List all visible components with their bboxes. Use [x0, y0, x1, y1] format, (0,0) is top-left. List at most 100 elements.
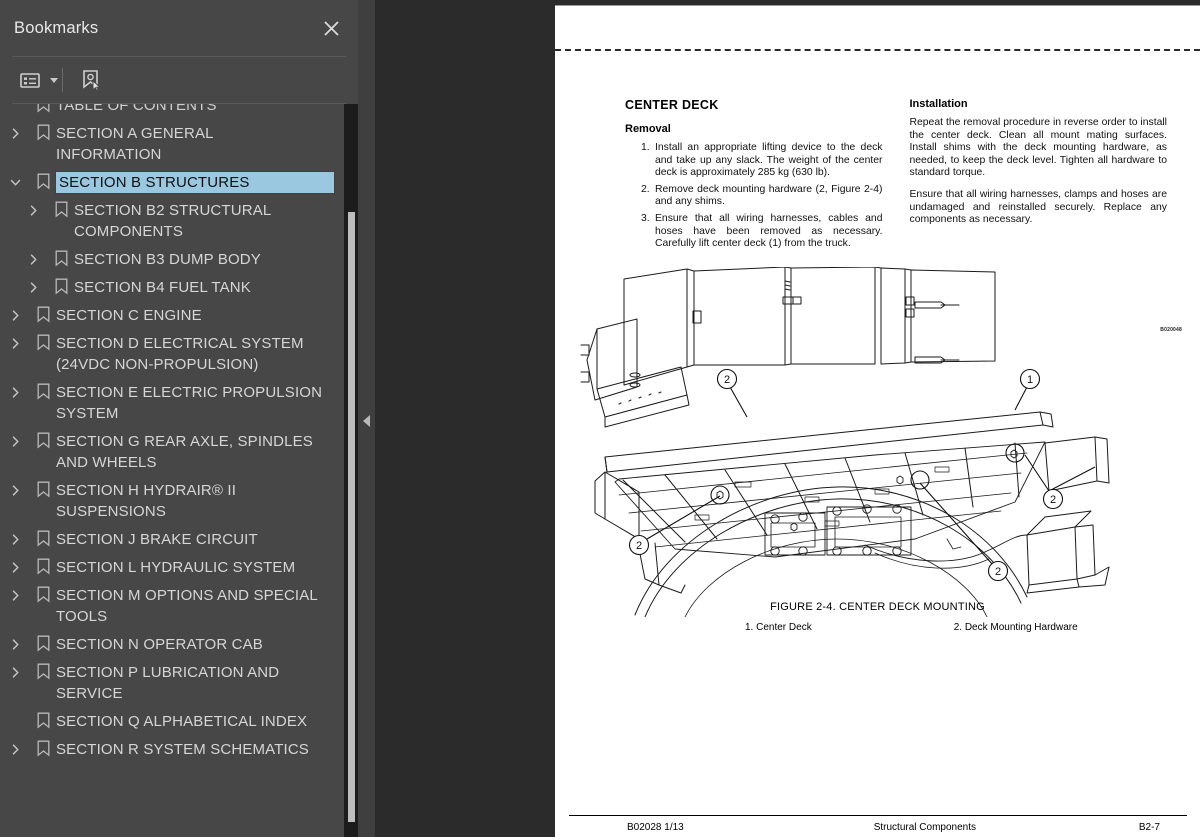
collapse-left-icon[interactable] — [363, 415, 370, 427]
toolbar-separator — [62, 68, 63, 92]
center-deck-mounting-diagram: 2 1 2 2 2 — [580, 267, 1110, 617]
bookmark-item[interactable]: SECTION A GENERAL INFORMATION — [0, 120, 348, 169]
bookmark-item[interactable]: SECTION J BRAKE CIRCUIT — [0, 526, 348, 554]
bookmark-icon — [30, 585, 56, 606]
list-item: Remove deck mounting hardware (2, Figure… — [641, 183, 883, 208]
chevron-down-icon[interactable] — [50, 77, 58, 83]
chevron-right-icon[interactable] — [0, 431, 30, 452]
callout-label: 2 — [724, 374, 730, 386]
chevron-right-icon[interactable] — [0, 739, 30, 760]
pdf-page-viewer[interactable]: CENTER DECK Removal Install an appropria… — [375, 0, 1200, 837]
bookmark-icon — [30, 480, 56, 501]
bookmark-label: SECTION R SYSTEM SCHEMATICS — [56, 741, 309, 758]
document-columns: CENTER DECK Removal Install an appropria… — [625, 98, 1167, 255]
removal-heading: Removal — [625, 123, 671, 135]
bookmark-item[interactable]: SECTION C ENGINE — [0, 302, 348, 330]
bookmark-item[interactable]: SECTION B3 DUMP BODY — [0, 246, 348, 274]
chevron-right-icon[interactable] — [0, 529, 30, 550]
figure-legend: 1. Center Deck 2. Deck Mounting Hardware — [555, 622, 1200, 633]
bookmark-label: SECTION P LUBRICATION AND SERVICE — [56, 664, 280, 702]
chevron-right-icon[interactable] — [0, 333, 30, 354]
list-options-icon[interactable] — [13, 65, 47, 95]
chevron-right-icon[interactable] — [18, 200, 48, 221]
panel-collapse-handle[interactable] — [358, 0, 375, 837]
technical-drawing: 2 1 2 2 2 — [575, 267, 1180, 617]
chevron-right-icon[interactable] — [0, 585, 30, 606]
list-item: Ensure that all wiring harnesses, cables… — [641, 212, 883, 250]
bookmark-item[interactable]: SECTION H HYDRAIR® II SUSPENSIONS — [0, 477, 348, 526]
bookmark-icon — [30, 123, 56, 144]
installation-paragraph: Ensure that all wiring harnesses, clamps… — [909, 188, 1168, 226]
bookmark-label: TABLE OF CONTENTS — [56, 104, 217, 114]
chevron-right-icon[interactable] — [0, 305, 30, 326]
footer-section-title: Structural Components — [873, 822, 976, 833]
bookmark-icon — [30, 172, 56, 193]
figure-caption: FIGURE 2-4. CENTER DECK MOUNTING — [770, 601, 985, 613]
close-icon[interactable] — [318, 15, 344, 41]
bookmark-item[interactable]: SECTION M OPTIONS AND SPECIAL TOOLS — [0, 582, 348, 631]
bookmark-item[interactable]: SECTION Q ALPHABETICAL INDEX — [0, 708, 348, 736]
bookmark-item[interactable]: SECTION L HYDRAULIC SYSTEM — [0, 554, 348, 582]
bookmark-icon — [30, 634, 56, 655]
list-item: Install an appropriate lifting device to… — [641, 142, 883, 179]
left-column: CENTER DECK Removal Install an appropria… — [625, 98, 883, 255]
chevron-right-icon[interactable] — [0, 662, 30, 683]
bookmark-label: SECTION H HYDRAIR® II SUSPENSIONS — [56, 482, 237, 520]
chevron-right-icon[interactable] — [0, 557, 30, 578]
bookmark-icon — [48, 277, 74, 298]
bookmark-label: SECTION C ENGINE — [56, 307, 202, 324]
bookmark-item[interactable]: SECTION P LUBRICATION AND SERVICE — [0, 659, 348, 708]
chevron-right-icon[interactable] — [0, 123, 30, 144]
removal-steps: Install an appropriate lifting device to… — [641, 142, 883, 251]
footer-page-number: B2-7 — [1138, 822, 1160, 833]
panel-title: Bookmarks — [14, 18, 99, 37]
drawing-reference-number: B020048 — [1160, 327, 1182, 333]
chevron-right-icon[interactable] — [0, 480, 30, 501]
bookmark-label: SECTION D ELECTRICAL SYSTEM (24VDC NON-P… — [56, 335, 304, 373]
bookmarks-tree[interactable]: TABLE OF CONTENTS SECTION A GENERAL INFOR… — [0, 104, 348, 837]
bookmark-label: SECTION M OPTIONS AND SPECIAL TOOLS — [56, 587, 318, 625]
bookmarks-scrollbar-thumb[interactable] — [347, 212, 355, 822]
bookmark-label: SECTION L HYDRAULIC SYSTEM — [56, 559, 296, 576]
bookmark-item[interactable]: SECTION B STRUCTURES — [0, 169, 348, 197]
bookmarks-toolbar — [0, 57, 358, 103]
bookmark-label: SECTION G REAR AXLE, SPINDLES AND WHEELS — [56, 433, 313, 471]
bookmark-icon — [30, 104, 56, 116]
bookmarks-scrollbar[interactable] — [344, 104, 358, 837]
bookmark-item[interactable]: SECTION B2 STRUCTURAL COMPONENTS — [0, 197, 348, 246]
chevron-right-icon[interactable] — [18, 249, 48, 270]
bookmark-item[interactable]: SECTION E ELECTRIC PROPULSION SYSTEM — [0, 379, 348, 428]
bookmark-label: SECTION B STRUCTURES — [55, 171, 335, 194]
bookmark-icon — [30, 529, 56, 550]
legend-item: 2. Deck Mounting Hardware — [953, 622, 1078, 633]
bookmark-item[interactable]: SECTION G REAR AXLE, SPINDLES AND WHEELS — [0, 428, 348, 477]
bookmark-item[interactable]: SECTION N OPERATOR CAB — [0, 631, 348, 659]
installation-heading: Installation — [909, 98, 968, 110]
page-top-edge — [555, 5, 1200, 6]
chevron-right-icon[interactable] — [18, 277, 48, 298]
bookmark-label: SECTION N OPERATOR CAB — [56, 636, 263, 653]
bookmark-item[interactable]: SECTION B4 FUEL TANK — [0, 274, 348, 302]
chevron-down-icon[interactable] — [0, 172, 30, 193]
chevron-right-icon[interactable] — [0, 634, 30, 655]
legend-item: 1. Center Deck — [745, 622, 812, 633]
bookmark-icon — [30, 305, 56, 326]
new-bookmark-icon[interactable] — [74, 65, 108, 95]
bookmark-icon — [30, 333, 56, 354]
bookmark-label: SECTION A GENERAL INFORMATION — [56, 125, 214, 163]
page-dashed-rule — [555, 49, 1200, 51]
bookmark-item[interactable]: SECTION R SYSTEM SCHEMATICS — [0, 736, 348, 764]
bookmark-label: SECTION Q ALPHABETICAL INDEX — [56, 713, 308, 730]
bookmark-icon — [30, 662, 56, 683]
callout-label: 1 — [1027, 374, 1033, 386]
chevron-right-icon[interactable] — [0, 382, 30, 403]
footer-document-number: B02028 1/13 — [627, 822, 684, 833]
bookmark-item[interactable]: SECTION D ELECTRICAL SYSTEM (24VDC NON-P… — [0, 330, 348, 379]
bookmark-item[interactable]: TABLE OF CONTENTS — [0, 104, 348, 120]
bookmark-icon — [48, 200, 74, 221]
bookmarks-panel: Bookmarks TABLE OF CONTENTS SECTION A GE… — [0, 0, 358, 837]
pdf-reader-window: Bookmarks TABLE OF CONTENTS SECTION A GE… — [0, 0, 1200, 837]
bookmarks-panel-header: Bookmarks — [0, 0, 358, 56]
bookmark-icon — [30, 431, 56, 452]
bookmark-label: SECTION J BRAKE CIRCUIT — [56, 531, 258, 548]
